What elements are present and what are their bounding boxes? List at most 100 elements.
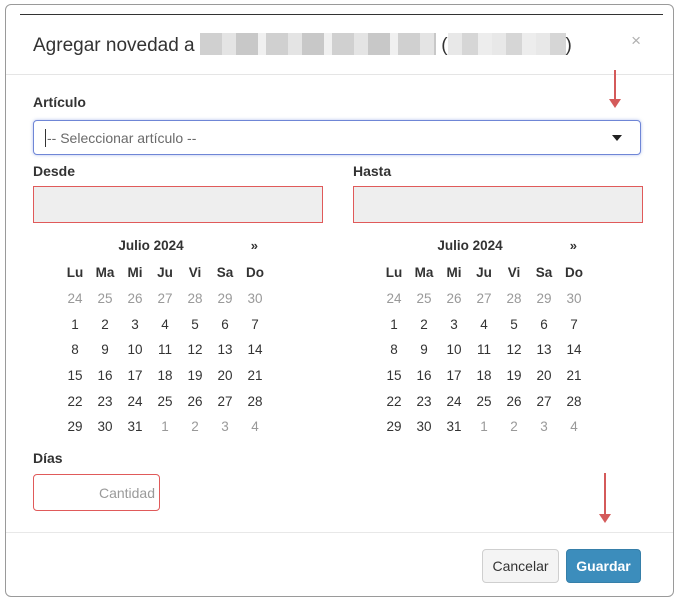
hasta-date-input[interactable] [353,186,643,223]
calendar-day[interactable]: 13 [529,337,559,363]
calendar-day-outside-month[interactable]: 26 [120,286,150,312]
calendar-day[interactable]: 2 [90,312,120,338]
calendar-day[interactable]: 12 [499,337,529,363]
calendar-day[interactable]: 3 [439,312,469,338]
calendar-day-outside-month[interactable]: 1 [469,414,499,440]
calendar-day[interactable]: 10 [439,337,469,363]
calendar-day[interactable]: 31 [439,414,469,440]
calendar-day[interactable]: 11 [469,337,499,363]
text-cursor [45,129,46,147]
calendar-header: Julio 2024 » [379,236,587,260]
calendar-day-outside-month[interactable]: 3 [210,414,240,440]
calendar-day[interactable]: 9 [90,337,120,363]
calendar-day-outside-month[interactable]: 2 [499,414,529,440]
calendar-day-outside-month[interactable]: 29 [529,286,559,312]
next-month-button[interactable]: » [251,238,258,253]
weekday-header: Lu [385,265,403,280]
calendar-day-outside-month[interactable]: 2 [180,414,210,440]
calendar-day[interactable]: 21 [240,363,270,389]
calendar-day[interactable]: 17 [439,363,469,389]
calendar-day[interactable]: 11 [150,337,180,363]
desde-date-input[interactable] [33,186,323,223]
calendar-day-outside-month[interactable]: 30 [559,286,589,312]
calendar-day[interactable]: 8 [379,337,409,363]
calendar-day[interactable]: 26 [180,389,210,415]
calendar-day[interactable]: 18 [469,363,499,389]
calendar-day-outside-month[interactable]: 24 [60,286,90,312]
calendar-day-outside-month[interactable]: 28 [180,286,210,312]
calendar-day-outside-month[interactable]: 27 [469,286,499,312]
chevron-down-icon[interactable] [612,135,622,141]
calendar-day[interactable]: 27 [529,389,559,415]
calendar-day-outside-month[interactable]: 4 [559,414,589,440]
calendar-day[interactable]: 2 [409,312,439,338]
calendar-day[interactable]: 29 [60,414,90,440]
calendar-day[interactable]: 26 [499,389,529,415]
calendar-day-outside-month[interactable]: 26 [439,286,469,312]
calendar-day[interactable]: 14 [240,337,270,363]
calendar-day[interactable]: 9 [409,337,439,363]
next-month-button[interactable]: » [570,238,577,253]
calendar-day[interactable]: 23 [409,389,439,415]
calendar-day[interactable]: 5 [499,312,529,338]
calendar-day-outside-month[interactable]: 3 [529,414,559,440]
calendar-day[interactable]: 6 [529,312,559,338]
cancel-button[interactable]: Cancelar [482,549,559,583]
close-icon[interactable]: × [631,31,641,51]
calendar-day[interactable]: 8 [60,337,90,363]
calendar-day[interactable]: 15 [379,363,409,389]
calendar-day-outside-month[interactable]: 27 [150,286,180,312]
calendar-day[interactable]: 5 [180,312,210,338]
calendar-day[interactable]: 25 [150,389,180,415]
cantidad-input[interactable]: Cantidad [33,474,160,511]
weekday-header: Lu [66,265,84,280]
calendar-day[interactable]: 19 [180,363,210,389]
calendar-day-outside-month[interactable]: 29 [210,286,240,312]
calendar-day[interactable]: 1 [60,312,90,338]
calendar-day[interactable]: 29 [379,414,409,440]
calendar-day[interactable]: 7 [240,312,270,338]
calendar-day[interactable]: 4 [150,312,180,338]
calendar-day[interactable]: 28 [559,389,589,415]
calendar-day[interactable]: 28 [240,389,270,415]
calendar-day-outside-month[interactable]: 25 [90,286,120,312]
calendar-day[interactable]: 12 [180,337,210,363]
calendar-day[interactable]: 27 [210,389,240,415]
calendar-day[interactable]: 13 [210,337,240,363]
calendar-day-outside-month[interactable]: 4 [240,414,270,440]
calendar-day-outside-month[interactable]: 30 [240,286,270,312]
save-button[interactable]: Guardar [566,549,641,583]
calendar-day[interactable]: 3 [120,312,150,338]
weekday-header: Ma [95,265,115,280]
calendar-day[interactable]: 6 [210,312,240,338]
calendar-day[interactable]: 21 [559,363,589,389]
calendar-day[interactable]: 30 [90,414,120,440]
calendar-day[interactable]: 22 [379,389,409,415]
calendar-day[interactable]: 20 [529,363,559,389]
calendar-day-outside-month[interactable]: 24 [379,286,409,312]
calendar-day[interactable]: 16 [90,363,120,389]
calendar-day[interactable]: 16 [409,363,439,389]
articulo-select[interactable]: -- Seleccionar artículo -- [33,120,641,155]
calendar-header: Julio 2024 » [60,236,268,260]
calendar-day[interactable]: 7 [559,312,589,338]
calendar-day[interactable]: 24 [120,389,150,415]
calendar-day[interactable]: 15 [60,363,90,389]
calendar-day[interactable]: 23 [90,389,120,415]
calendar-day[interactable]: 17 [120,363,150,389]
calendar-day[interactable]: 10 [120,337,150,363]
calendar-day[interactable]: 25 [469,389,499,415]
calendar-day[interactable]: 18 [150,363,180,389]
calendar-day-outside-month[interactable]: 28 [499,286,529,312]
calendar-day[interactable]: 4 [469,312,499,338]
calendar-day[interactable]: 1 [379,312,409,338]
calendar-day-outside-month[interactable]: 1 [150,414,180,440]
calendar-day[interactable]: 30 [409,414,439,440]
calendar-day[interactable]: 20 [210,363,240,389]
calendar-day[interactable]: 19 [499,363,529,389]
calendar-day[interactable]: 31 [120,414,150,440]
calendar-day[interactable]: 14 [559,337,589,363]
calendar-day[interactable]: 24 [439,389,469,415]
calendar-day-outside-month[interactable]: 25 [409,286,439,312]
calendar-day[interactable]: 22 [60,389,90,415]
